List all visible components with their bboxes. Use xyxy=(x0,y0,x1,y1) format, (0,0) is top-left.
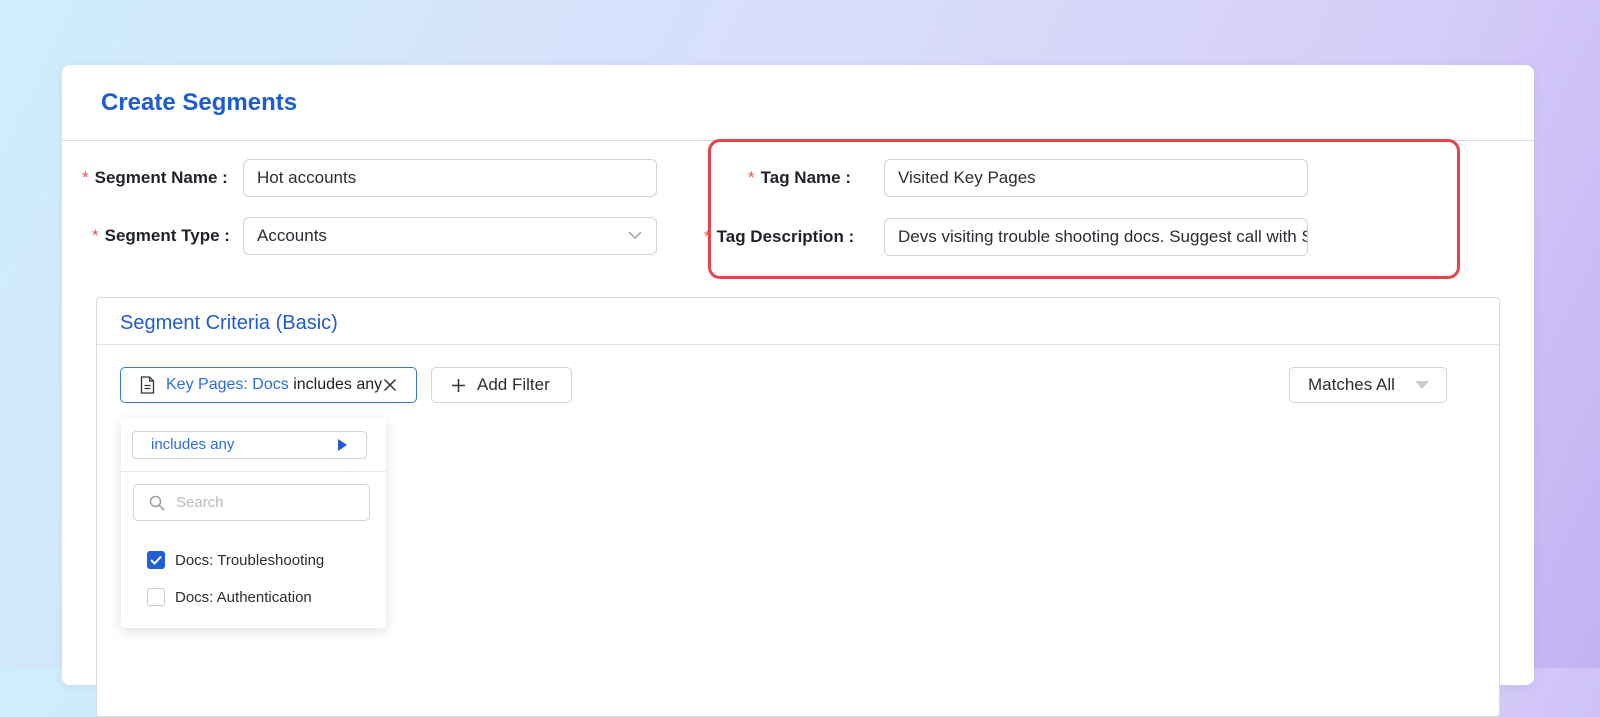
option-docs-troubleshooting[interactable]: Docs: Troubleshooting xyxy=(147,551,324,571)
required-marker: * xyxy=(748,168,755,187)
segment-name-input[interactable]: Hot accounts xyxy=(243,159,657,197)
criteria-divider xyxy=(97,344,1499,345)
option-label: Docs: Troubleshooting xyxy=(175,552,325,569)
checkbox-checked[interactable] xyxy=(147,551,165,570)
dropdown-divider xyxy=(121,471,386,472)
tag-name-label: * Tag Name : xyxy=(748,168,851,187)
operator-select[interactable]: includes any xyxy=(132,431,367,459)
checkbox-unchecked[interactable] xyxy=(147,588,165,607)
filter-chip-field: Key Pages: Docs xyxy=(166,376,289,393)
operator-label: includes any xyxy=(151,436,235,453)
required-marker: * xyxy=(92,226,99,245)
criteria-title: Segment Criteria (Basic) xyxy=(120,312,338,334)
segment-name-label: * Segment Name : xyxy=(82,168,228,187)
page-title: Create Segments xyxy=(101,89,298,116)
tag-name-input[interactable]: Visited Key Pages xyxy=(884,159,1308,197)
tag-description-input[interactable]: Devs visiting trouble shooting docs. Sug… xyxy=(884,218,1308,256)
filter-chip-operator: includes any xyxy=(293,376,383,393)
filter-chip[interactable]: Key Pages: Docs includes any xyxy=(120,367,417,403)
add-filter-label: Add Filter xyxy=(477,375,550,394)
add-filter-button[interactable]: Add Filter xyxy=(431,367,572,403)
checkmark-icon xyxy=(150,555,162,565)
play-right-icon xyxy=(338,439,347,451)
document-icon xyxy=(140,376,155,394)
required-marker: * xyxy=(82,168,89,187)
filter-dropdown: includes any Search Docs: Troubleshootin… xyxy=(121,418,386,628)
option-docs-authentication[interactable]: Docs: Authentication xyxy=(147,588,312,608)
segment-type-select[interactable]: Accounts xyxy=(243,217,657,255)
plus-icon xyxy=(452,379,465,392)
segment-type-label: * Segment Type : xyxy=(92,226,230,245)
close-icon[interactable] xyxy=(383,378,397,392)
search-placeholder: Search xyxy=(176,494,224,511)
search-input[interactable]: Search xyxy=(133,484,370,521)
matches-all-select[interactable]: Matches All xyxy=(1289,367,1447,403)
search-icon xyxy=(149,495,165,511)
chevron-down-icon xyxy=(628,231,642,240)
matches-all-label: Matches All xyxy=(1308,375,1395,394)
caret-down-icon xyxy=(1415,381,1429,389)
option-label: Docs: Authentication xyxy=(175,589,312,606)
required-marker: * xyxy=(704,227,711,246)
tag-description-label: * Tag Description : xyxy=(704,227,855,246)
